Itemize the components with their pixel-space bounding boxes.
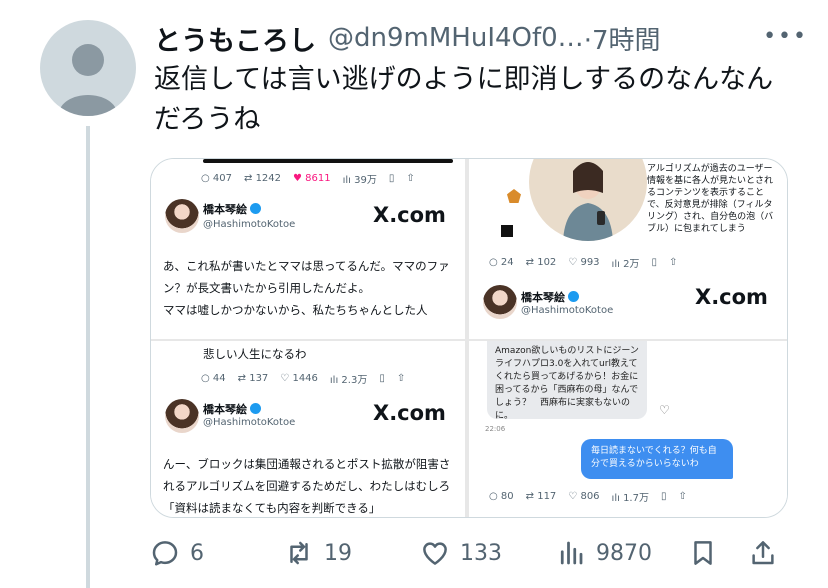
verified-icon <box>250 203 261 214</box>
thread-line <box>86 126 90 588</box>
verified-icon <box>250 403 261 414</box>
mini-avatar <box>165 399 199 433</box>
mini-author-name: 橋本琴絵 <box>521 289 579 305</box>
views-icon <box>560 541 583 565</box>
mini-share-icon: ⇧ <box>396 373 406 384</box>
tweet-text: 返信しては言い逃げのように即消しするのなんなんだろうね <box>154 64 774 135</box>
incoming-message-bubble: Amazon欲しいものリストにジーンライフハプロ3.0を入れてurl教えてくれた… <box>487 341 647 421</box>
share-icon <box>752 541 774 565</box>
mini-bookmark-icon: ▯ <box>651 257 657 268</box>
mini-stats: ○ 80 ⇄ 117 ♡ 806 ılı 1.7万 ▯ ⇧ <box>489 489 687 504</box>
mini-view-count: ılı 2万 <box>611 259 640 270</box>
mini-author-handle: @HashimotoKotoe <box>203 219 296 230</box>
action-bar: 6 19 133 9870 <box>150 530 790 580</box>
post-time[interactable]: ·7時間 <box>584 20 661 57</box>
cropped-bar <box>203 159 453 163</box>
reply-button[interactable]: 6 <box>150 530 204 576</box>
mini-share-icon: ⇧ <box>406 173 415 184</box>
mini-like-count: ♡ 806 <box>568 491 600 502</box>
mini-author-handle: @HashimotoKotoe <box>203 417 296 428</box>
display-name[interactable]: とうもころし <box>154 19 316 58</box>
avatar[interactable] <box>40 20 136 116</box>
user-handle[interactable]: @dn9mMHuI4Of0… <box>328 23 584 53</box>
mini-like-count: ♥ 8611 <box>293 173 331 184</box>
mini-retweet-count: ⇄ 137 <box>237 373 269 384</box>
mini-reply-count: ○ 407 <box>201 173 232 184</box>
mini-avatar <box>165 199 199 233</box>
mini-reply-count: ○ 80 <box>489 491 514 502</box>
mini-reply-count: ○ 24 <box>489 257 514 268</box>
illustration-caption: アルゴリズムが過去のユーザー情報を基に各人が見たいとされるコンテンツを表示するこ… <box>647 164 774 234</box>
bookmark-button[interactable] <box>688 530 718 576</box>
mini-author-name: 橋本琴絵 <box>203 201 261 217</box>
mini-post-text: んー、ブロックは集団通報されるとポスト拡散が阻害されるアルゴリズムを回避するため… <box>163 457 451 515</box>
bookmark-icon <box>694 541 712 565</box>
share-button[interactable] <box>748 530 778 576</box>
mini-bookmark-icon: ▯ <box>388 173 395 184</box>
message-time: 22:06 <box>485 425 506 433</box>
retweet-icon <box>290 541 308 565</box>
more-icon[interactable]: ••• <box>763 24 808 49</box>
x-com-logo: X.com <box>695 285 768 309</box>
mini-view-count: ılı 2.3万 <box>329 375 368 386</box>
mini-view-count: ılı 1.7万 <box>611 493 649 504</box>
mini-author-handle: @HashimotoKotoe <box>521 305 614 316</box>
mini-share-icon: ⇧ <box>678 491 687 502</box>
views-button[interactable]: 9870 <box>556 530 652 576</box>
tweet-header: とうもころし @dn9mMHuI4Of0… ·7時間 ••• <box>154 18 808 58</box>
like-count: 133 <box>460 540 502 566</box>
mini-stats: ○ 24 ⇄ 102 ♡ 993 ılı 2万 ▯ ⇧ <box>489 255 677 270</box>
screenshot-panel-bottom-right[interactable]: Amazon欲しいものリストにジーンライフハプロ3.0を入れてurl教えてくれた… <box>469 341 787 517</box>
reply-count: 6 <box>190 540 204 566</box>
mini-post-text: あ、これ私が書いたとママは思ってるんだ。ママのファン？が長文書いたから引用したん… <box>163 259 450 317</box>
reaction-icon: ♡ <box>659 403 670 417</box>
mini-bookmark-icon: ▯ <box>660 491 667 502</box>
verified-icon <box>568 291 579 302</box>
mini-stats: ○ 407 ⇄ 1242 ♥ 8611 ılı 39万 ▯ ⇧ <box>201 171 415 186</box>
mini-author-name: 橋本琴絵 <box>203 401 261 417</box>
mini-like-count: ♡ 993 <box>568 257 600 268</box>
retweet-count: 19 <box>324 540 352 566</box>
x-com-logo: X.com <box>373 203 446 227</box>
screenshot-panel-top-right[interactable]: アルゴリズムが過去のユーザー情報を基に各人が見たいとされるコンテンツを表示するこ… <box>469 159 787 339</box>
heart-icon <box>423 542 447 565</box>
mini-reply-count: ○ 44 <box>201 373 226 384</box>
mini-like-count: ♡ 1446 <box>280 373 318 384</box>
mini-bookmark-icon: ▯ <box>379 373 385 384</box>
square-icon <box>501 225 513 237</box>
mini-stats: ○ 44 ⇄ 137 ♡ 1446 ılı 2.3万 ▯ ⇧ <box>201 371 405 386</box>
media-grid[interactable]: ○ 407 ⇄ 1242 ♥ 8611 ılı 39万 ▯ ⇧ 橋本琴絵 @Ha… <box>150 158 788 518</box>
mini-view-count: ılı 39万 <box>342 175 377 186</box>
screenshot-panel-top-left[interactable]: ○ 407 ⇄ 1242 ♥ 8611 ılı 39万 ▯ ⇧ 橋本琴絵 @Ha… <box>151 159 465 339</box>
reply-icon <box>152 541 178 566</box>
mini-retweet-count: ⇄ 102 <box>525 257 557 268</box>
x-com-logo: X.com <box>373 401 446 425</box>
mini-share-icon: ⇧ <box>668 257 678 268</box>
mini-avatar <box>483 285 517 319</box>
mini-retweet-count: ⇄ 117 <box>525 491 557 502</box>
filter-bubble-illustration <box>529 159 647 241</box>
mini-post-text: 悲しい人生になるわ <box>203 347 307 361</box>
like-button[interactable]: 133 <box>420 530 502 576</box>
view-count: 9870 <box>596 540 652 566</box>
outgoing-message-bubble: 毎日読まないでくれる？何も自分で買えるからいらないわ <box>581 439 733 479</box>
mini-retweet-count: ⇄ 1242 <box>244 173 282 184</box>
retweet-button[interactable]: 19 <box>284 530 352 576</box>
pentagon-icon <box>507 189 521 203</box>
default-avatar-icon <box>58 44 118 116</box>
screenshot-panel-bottom-left[interactable]: 悲しい人生になるわ ○ 44 ⇄ 137 ♡ 1446 ılı 2.3万 ▯ ⇧… <box>151 341 465 517</box>
